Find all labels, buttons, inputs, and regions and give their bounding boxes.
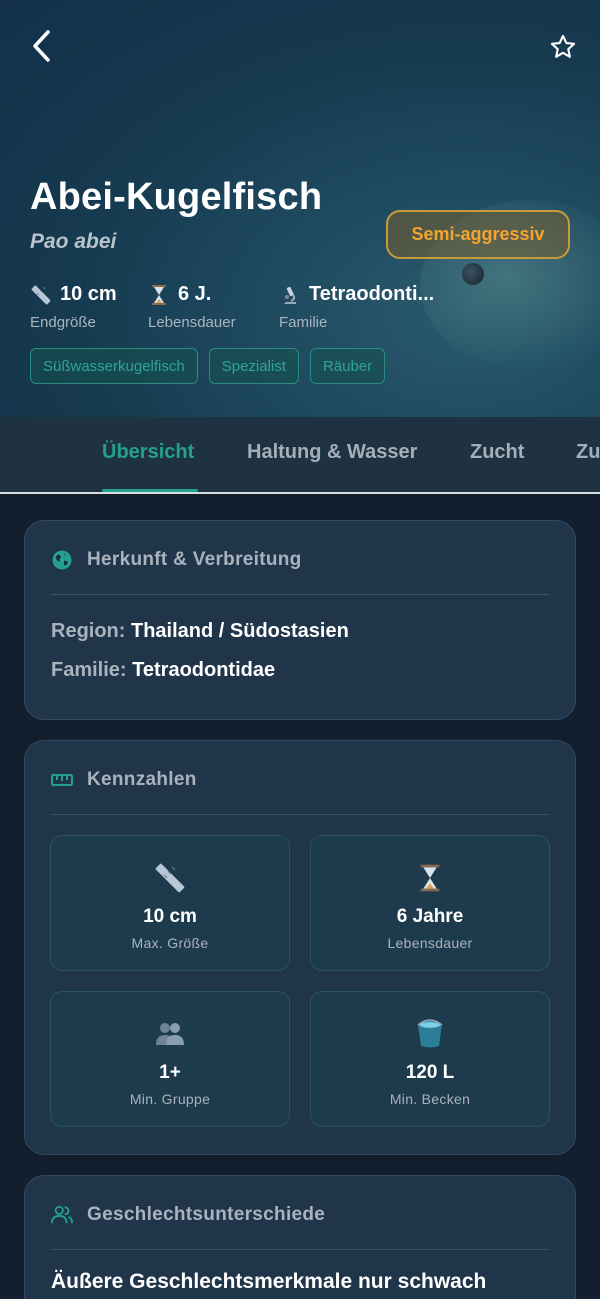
region-value: Thailand / Südostasien <box>131 620 349 642</box>
tag-chip[interactable]: Räuber <box>309 348 386 384</box>
users-icon <box>51 1204 73 1226</box>
card-divider <box>51 814 549 815</box>
tab-breeding[interactable]: Zucht <box>470 441 524 464</box>
ruler-icon <box>51 862 289 894</box>
origin-card-title: Herkunft & Verbreitung <box>87 549 302 570</box>
hourglass-icon <box>311 862 549 894</box>
metric-label: Lebensdauer <box>387 935 473 951</box>
metric-label: Max. Größe <box>131 935 209 951</box>
ruler-icon <box>30 284 52 306</box>
tag-list: Süßwasserkugelfisch Spezialist Räuber <box>30 348 386 384</box>
fish-eye-decoration <box>462 263 484 285</box>
star-outline-icon <box>550 34 576 58</box>
bucket-icon <box>311 1018 549 1050</box>
stat-family-value: Tetraodonti... <box>309 283 435 305</box>
species-title: Abei-Kugelfisch <box>30 176 323 218</box>
tab-husbandry-water[interactable]: Haltung & Wasser <box>247 441 417 464</box>
tab-more[interactable]: Zu <box>576 441 600 464</box>
metric-tile-group: 1+ Min. Gruppe <box>50 991 290 1127</box>
microscope-icon <box>279 284 301 306</box>
stat-family-label: Familie <box>279 314 328 331</box>
region-row: Region: Thailand / Südostasien <box>51 620 349 643</box>
metric-value: 6 Jahre <box>396 906 464 927</box>
family-row: Familie: Tetraodontidae <box>51 659 275 682</box>
group-icon <box>51 1018 289 1050</box>
metric-tile-size: 10 cm Max. Größe <box>50 835 290 971</box>
stat-size: 10 cm Endgröße <box>30 283 117 331</box>
favorite-button[interactable] <box>543 27 583 67</box>
temperament-badge: Semi-aggressiv <box>386 210 570 259</box>
active-tab-indicator <box>102 489 198 492</box>
family-value: Tetraodontidae <box>132 659 276 681</box>
metric-label: Min. Becken <box>389 1091 471 1107</box>
sex-differences-card: Geschlechtsunterschiede Äußere Geschlech… <box>24 1175 576 1299</box>
stat-family: Tetraodonti... Familie <box>279 283 434 331</box>
chevron-left-icon <box>33 30 50 62</box>
metric-value: 120 L <box>405 1062 455 1083</box>
metric-label: Min. Gruppe <box>129 1091 211 1107</box>
metrics-card: Kennzahlen 10 cm Max. Größe 6 Jahre Lebe… <box>24 740 576 1155</box>
globe-icon <box>51 549 73 571</box>
tab-overview[interactable]: Übersicht <box>102 441 194 464</box>
stat-size-value: 10 cm <box>60 283 117 305</box>
hero-header: Abei-Kugelfisch Pao abei Semi-aggressiv … <box>0 0 600 417</box>
stat-lifespan-label: Lebensdauer <box>148 314 236 331</box>
hourglass-icon <box>148 284 170 306</box>
metric-tile-lifespan: 6 Jahre Lebensdauer <box>310 835 550 971</box>
ruler-horizontal-icon <box>51 769 73 791</box>
tab-bar: Übersicht Haltung & Wasser Zucht Zu <box>0 417 600 494</box>
metric-tile-tank: 120 L Min. Becken <box>310 991 550 1127</box>
metrics-card-title: Kennzahlen <box>87 769 197 790</box>
stat-lifespan: 6 J. Lebensdauer <box>148 283 236 331</box>
origin-card: Herkunft & Verbreitung Region: Thailand … <box>24 520 576 720</box>
stat-size-label: Endgröße <box>30 314 96 331</box>
metric-value: 1+ <box>159 1062 181 1083</box>
stat-lifespan-value: 6 J. <box>178 283 212 305</box>
card-divider <box>51 1249 549 1250</box>
sex-differences-text: Äußere Geschlechtsmerkmale nur schwach <box>51 1270 487 1293</box>
back-button[interactable] <box>22 26 62 66</box>
region-label: Region: <box>51 620 126 642</box>
tag-chip[interactable]: Spezialist <box>208 348 299 384</box>
scientific-name: Pao abei <box>30 230 117 253</box>
sex-card-title: Geschlechtsunterschiede <box>87 1204 326 1225</box>
card-divider <box>51 594 549 595</box>
tag-chip[interactable]: Süßwasserkugelfisch <box>30 348 198 384</box>
metric-value: 10 cm <box>143 906 197 927</box>
family-label: Familie: <box>51 659 127 681</box>
